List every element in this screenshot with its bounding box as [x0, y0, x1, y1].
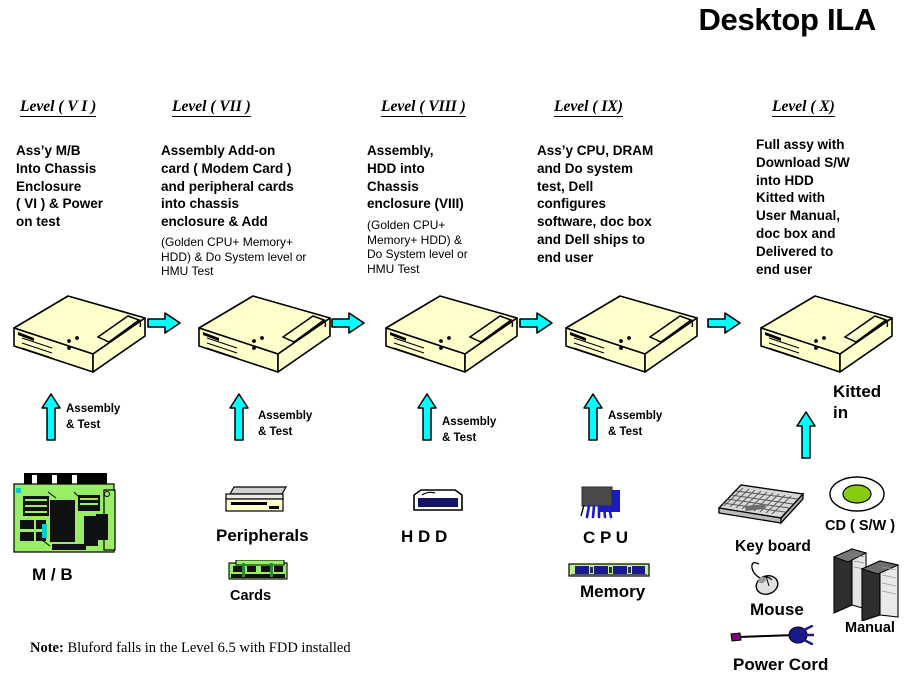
level-subdesc-vii: (Golden CPU+ Memory+ HDD) & Do System lev…: [161, 235, 307, 279]
level-desc-vii: Assembly Add-on card ( Modem Card ) and pe…: [161, 143, 294, 230]
peripherals-image: [222, 485, 290, 522]
cards-label: Cards: [230, 588, 272, 604]
mouse-image: [745, 558, 787, 603]
level-desc-viii: Assembly, HDD into Chassis enclosure (VIII): [367, 143, 464, 212]
flow-arrow-2: [330, 310, 366, 341]
assembly-test-label-vii: Assembly & Test: [258, 410, 313, 438]
chassis-level-viii: [380, 284, 522, 381]
assembly-arrow-viii: [416, 392, 438, 447]
level-header-x: Level ( X): [772, 98, 835, 118]
assembly-arrow-ix: [582, 392, 604, 447]
memory-image: [568, 562, 650, 583]
level-desc-vi: Ass’y M/B Into Chassis Enclosure( VI ) & P…: [16, 143, 104, 230]
mouse-label: Mouse: [750, 600, 804, 619]
assembly-test-label-vi: Assembly & Test: [66, 403, 121, 431]
manual-label: Manual: [845, 620, 895, 636]
memory-label: Memory: [580, 582, 646, 601]
power-cord-label: Power Cord: [733, 655, 829, 674]
keyboard-image: [715, 480, 807, 533]
assembly-test-label-viii: Assembly & Test: [442, 416, 497, 444]
assembly-test-label-ix: Assembly & Test: [608, 410, 663, 438]
assembly-arrow-vi: [40, 392, 62, 447]
motherboard-label: M / B: [32, 565, 73, 584]
keyboard-label: Key board: [735, 538, 811, 555]
chassis-level-ix: [560, 284, 702, 381]
cpu-image: [580, 485, 628, 528]
peripherals-label: Peripherals: [216, 526, 309, 545]
page-title: Desktop ILA: [698, 2, 876, 37]
note: Note: Bluford falls in the Level 6.5 wit…: [30, 640, 351, 657]
flow-arrow-4: [706, 310, 742, 341]
chassis-level-vii: [193, 284, 335, 381]
level-subdesc-viii: (Golden CPU+ Memory+ HDD) & Do System leve…: [367, 218, 468, 276]
level-header-viii: Level ( VIII ): [381, 98, 466, 118]
flow-arrow-3: [518, 310, 554, 341]
flow-arrow-1: [146, 310, 182, 341]
power-cord-image: [728, 624, 816, 656]
cards-image: [228, 559, 291, 587]
level-header-vi: Level ( V I ): [20, 98, 97, 118]
chassis-level-vi: [8, 284, 150, 381]
level-desc-ix: Ass’y CPU, DRAM and Do system test, Dell co…: [537, 143, 654, 265]
cd-label: CD ( S/W ): [825, 518, 896, 534]
assembly-arrow-x: [795, 410, 817, 465]
hdd-label: H D D: [401, 527, 448, 546]
note-text: Bluford falls in the Level 6.5 with FDD …: [63, 640, 351, 656]
note-lead: Note:: [30, 640, 64, 656]
level-header-ix: Level ( IX): [554, 98, 623, 118]
level-desc-x: Full assy with Download S/W into HDD Kitted…: [756, 137, 850, 277]
level-header-vii: Level ( VII ): [172, 98, 251, 118]
kitted-in-label: Kitted in: [833, 382, 882, 423]
cpu-label: C P U: [583, 528, 629, 547]
motherboard-image: [12, 472, 119, 562]
chassis-level-x: [755, 284, 897, 381]
cd-image: [828, 474, 886, 519]
assembly-arrow-vii: [228, 392, 250, 447]
hdd-image: [412, 488, 464, 518]
manual-image: [832, 545, 906, 626]
